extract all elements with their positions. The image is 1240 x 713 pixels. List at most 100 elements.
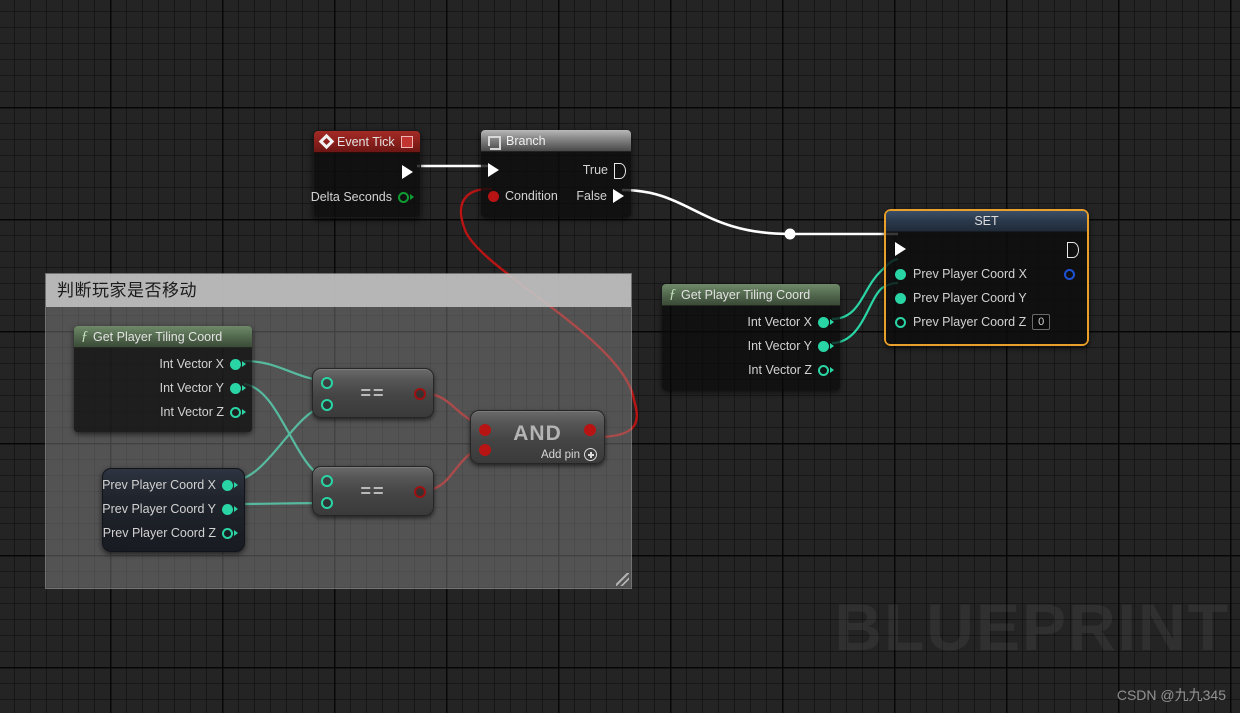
node-event-tick-title: Event Tick [337,134,395,149]
pin-row-prev-coord-x[interactable]: Prev Player Coord X [102,473,244,497]
int-pin-x[interactable] [230,358,241,370]
node-set-body: Prev Player Coord X Prev Player Coord Y … [886,232,1087,344]
node-get-tiling-left-body: Int Vector X Int Vector Y Int Vector Z [74,348,252,432]
int-pin-prev-x[interactable] [222,479,233,491]
pin-label-int-vector-x: Int Vector X [159,357,224,371]
pin-label-int-vector-z: Int Vector Z [160,405,224,419]
int-pin-y[interactable] [230,382,241,394]
node-set-header[interactable]: SET [886,211,1087,232]
equal-top-in-a-pin[interactable] [321,377,333,389]
pin-label-r-int-vector-x: Int Vector X [747,315,812,329]
wire-reroute-dot [784,228,796,240]
pin-row-prev-coord-y[interactable]: Prev Player Coord Y [102,497,244,521]
pin-row-prev-coord-z[interactable]: Prev Player Coord Z [103,521,244,545]
int-pin-prev-z-arrow [234,530,238,536]
and-in-b-pin[interactable] [479,444,491,456]
int-pin-prev-z[interactable] [222,527,233,539]
event-diamond-icon [318,133,335,150]
node-get-tiling-right-header[interactable]: ƒ Get Player Tiling Coord [662,284,840,306]
node-event-tick-body: Delta Seconds [310,153,420,217]
and-out-pin[interactable] [584,424,596,436]
branch-false-exec-pin[interactable] [613,189,624,203]
set-in-pin-z[interactable] [895,316,906,328]
pin-row-r-int-vector-x[interactable]: Int Vector X [662,310,840,334]
and-in-a-pin[interactable] [479,424,491,436]
stop-square-icon[interactable] [401,135,413,148]
equal-bottom-in-b-pin[interactable] [321,497,333,509]
int-pin-z[interactable] [230,406,241,418]
set-out-pin-object[interactable] [1064,268,1075,280]
equal-bottom-in-a-pin[interactable] [321,475,333,487]
int-pin-prev-y[interactable] [222,503,233,515]
node-event-tick-header[interactable]: Event Tick [314,131,420,153]
pin-row-delta-seconds[interactable]: Delta Seconds [310,185,420,209]
pin-row-int-vector-y[interactable]: Int Vector Y [74,376,252,400]
pin-row-exec-out[interactable] [314,159,420,185]
equal-top-out-pin[interactable] [414,388,426,400]
set-exec-in-pin[interactable] [895,242,906,256]
equal-bottom-out-pin[interactable] [414,486,426,498]
int-pin-r-z[interactable] [818,364,829,376]
node-equal-top-title: == [360,382,386,403]
bool-pin-condition[interactable] [488,190,499,202]
node-get-tiling-right-body: Int Vector X Int Vector Y Int Vector Z [662,306,840,390]
node-set-title: SET [974,214,999,228]
pin-label-false: False [576,189,607,203]
watermark-blueprint: BLUEPRINT [834,590,1230,664]
pin-label-r-int-vector-y: Int Vector Y [747,339,812,353]
blueprint-graph-canvas[interactable]: 判断玩家是否移动 Event Tick Delta Seconds Branch… [0,0,1240,713]
pin-label-set-coord-x: Prev Player Coord X [913,267,1027,281]
node-branch-header[interactable]: Branch [481,130,631,152]
node-and-title: AND [513,422,562,445]
node-get-tiling-left-title: Get Player Tiling Coord [93,329,223,344]
pin-row-r-int-vector-y[interactable]: Int Vector Y [662,334,840,358]
wire-exec-false-to-set [621,188,898,236]
branch-exec-in-pin[interactable] [488,163,499,177]
node-branch[interactable]: Branch True Condition False [481,130,631,217]
function-f-icon: ƒ [669,286,676,302]
int-pin-y-arrow [242,385,246,391]
node-get-tiling-right-title: Get Player Tiling Coord [681,287,811,302]
add-pin-button[interactable]: Add pin [541,448,597,461]
branch-icon [488,135,501,150]
node-get-player-tiling-coord-right[interactable]: ƒ Get Player Tiling Coord Int Vector X I… [662,284,840,390]
int-pin-x-arrow [242,361,246,367]
pin-label-delta-seconds: Delta Seconds [310,190,392,204]
node-equal-top[interactable]: == [312,368,434,418]
pin-row-r-int-vector-z[interactable]: Int Vector Z [662,358,840,382]
pin-row-int-vector-x[interactable]: Int Vector X [74,352,252,376]
node-branch-title: Branch [506,133,546,148]
node-prev-player-coord-getter[interactable]: Prev Player Coord X Prev Player Coord Y … [102,468,245,552]
set-exec-out-pin[interactable] [1067,242,1079,258]
int-pin-z-arrow [242,409,246,415]
set-coord-z-value-input[interactable]: 0 [1032,314,1051,330]
node-equal-bottom-title: == [360,480,386,501]
int-pin-r-y[interactable] [818,340,829,352]
pin-label-set-coord-y: Prev Player Coord Y [913,291,1027,305]
equal-top-in-b-pin[interactable] [321,399,333,411]
set-in-pin-y[interactable] [895,292,906,304]
plus-circle-icon[interactable] [584,448,597,461]
add-pin-label: Add pin [540,448,580,461]
node-get-player-tiling-coord-left[interactable]: ƒ Get Player Tiling Coord Int Vector X I… [74,326,252,432]
pin-row-int-vector-z[interactable]: Int Vector Z [74,400,252,424]
node-equal-bottom[interactable]: == [312,466,434,516]
pin-label-condition: Condition [505,189,558,203]
pin-label-set-coord-z: Prev Player Coord Z [913,315,1027,329]
node-event-tick[interactable]: Event Tick Delta Seconds [310,130,421,218]
int-pin-prev-x-arrow [234,482,238,488]
float-pin[interactable] [398,191,409,203]
node-set[interactable]: SET Prev Player Coord X Prev Player Coor… [884,209,1089,346]
node-and[interactable]: AND Add pin [470,410,605,464]
exec-out-pin[interactable] [402,165,413,179]
branch-true-exec-pin[interactable] [614,163,626,179]
pin-label-int-vector-y: Int Vector Y [159,381,224,395]
int-pin-r-x[interactable] [818,316,829,328]
int-pin-r-x-arrow [830,319,834,325]
float-pin-arrow [410,194,414,200]
watermark-csdn: CSDN @九九345 [1116,687,1226,703]
set-in-pin-x[interactable] [895,268,906,280]
comment-resize-handle[interactable] [616,573,629,586]
node-get-tiling-left-header[interactable]: ƒ Get Player Tiling Coord [74,326,252,348]
pin-label-prev-coord-x: Prev Player Coord X [102,478,216,492]
